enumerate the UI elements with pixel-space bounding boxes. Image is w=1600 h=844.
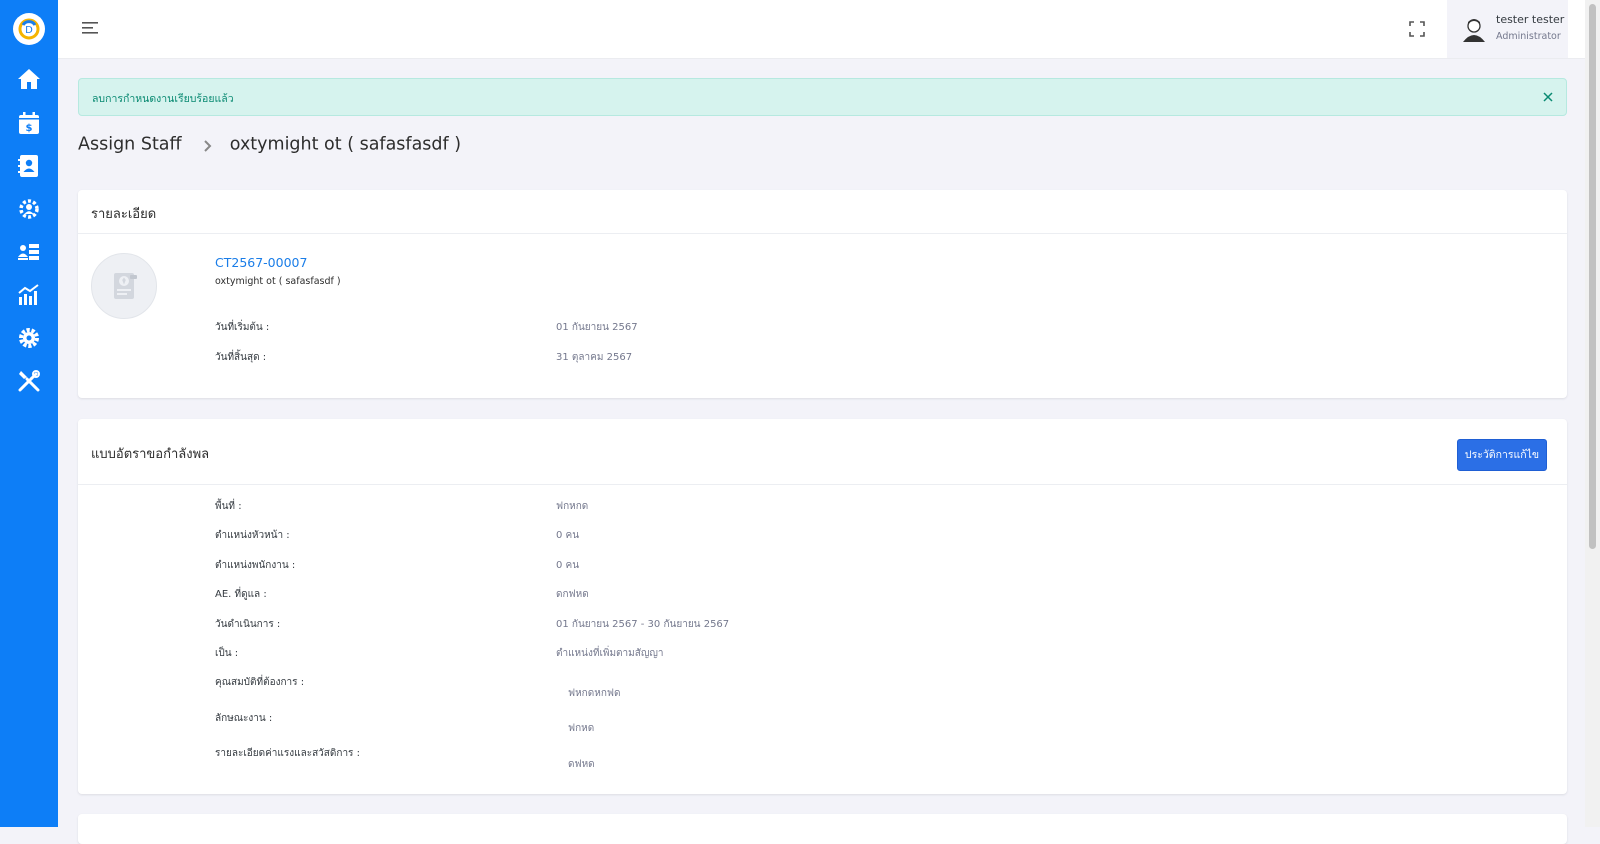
type-label: เป็น : [215, 648, 239, 659]
supervisor-position-value: 0 คน [556, 530, 580, 541]
close-icon[interactable] [1540, 89, 1556, 105]
area-value: ฟกหกด [556, 501, 589, 512]
manpower-card-header: แบบอัตราขอกำลังพล ประวัติการแก้ไข [78, 419, 1567, 485]
app-logo[interactable]: D [13, 13, 45, 45]
alert-message: ลบการกำหนดงานเรียบร้อยแล้ว [92, 93, 234, 105]
breadcrumb: Assign Staff oxtymight ot ( safasfasdf ) [78, 134, 461, 158]
next-card [78, 814, 1567, 844]
contract-name: oxtymight ot ( safasfasdf ) [215, 276, 341, 287]
contract-document-icon [91, 253, 157, 319]
job-description-value: ฟกหด [568, 723, 595, 734]
qualifications-value: ฟหกดหกฟด [568, 688, 621, 699]
operation-date-value: 01 กันยายน 2567 - 30 กันยายน 2567 [556, 619, 730, 630]
end-date-value: 31 ตุลาคม 2567 [556, 352, 633, 363]
supervisor-position-label: ตำแหน่งหัวหน้า : [215, 530, 290, 541]
details-card: รายละเอียด CT2567-00007 oxtymight ot ( s… [78, 190, 1567, 398]
ae-label: AE. ที่ดูแล : [215, 589, 267, 600]
ae-value: ดกฟหด [556, 589, 589, 600]
staff-position-label: ตำแหน่งพนักงาน : [215, 560, 296, 571]
manpower-request-card: แบบอัตราขอกำลังพล ประวัติการแก้ไข พื้นที… [78, 419, 1567, 794]
svg-text:$: $ [26, 123, 33, 134]
details-card-header: รายละเอียด [78, 190, 1567, 234]
staff-position-value: 0 คน [556, 560, 580, 571]
manpower-card-title: แบบอัตราขอกำลังพล [91, 447, 210, 462]
job-description-label: ลักษณะงาน : [215, 713, 273, 724]
qualifications-label: คุณสมบัติที่ต้องการ : [215, 677, 305, 688]
svg-text:D: D [25, 25, 33, 36]
start-date-label: วันที่เริ่มต้น : [215, 322, 270, 333]
sidebar: D $ [0, 0, 58, 827]
team-gear-icon[interactable] [17, 197, 41, 221]
end-date-label: วันที่สิ้นสุด : [215, 352, 267, 363]
calendar-dollar-icon[interactable]: $ [17, 111, 41, 135]
chart-icon[interactable] [17, 283, 41, 307]
wage-benefits-label: รายละเอียดค่าแรงและสวัสดิการ : [215, 748, 360, 759]
user-menu[interactable]: tester tester Administrator [1447, 0, 1568, 58]
settings-icon[interactable] [17, 326, 41, 350]
menu-toggle-icon[interactable] [82, 20, 100, 36]
avatar [1461, 16, 1487, 42]
area-label: พื้นที่ : [215, 501, 242, 512]
user-name: tester tester [1496, 13, 1565, 26]
tools-icon[interactable] [17, 369, 41, 393]
breadcrumb-current: oxtymight ot ( safasfasdf ) [229, 134, 462, 155]
fullscreen-icon[interactable] [1408, 20, 1426, 38]
breadcrumb-root-link[interactable]: Assign Staff [78, 135, 182, 155]
page-scrollbar[interactable] [1585, 0, 1600, 827]
contract-code-link[interactable]: CT2567-00007 [215, 255, 307, 270]
user-role: Administrator [1496, 31, 1561, 42]
staff-list-icon[interactable] [17, 240, 41, 264]
start-date-value: 01 กันยายน 2567 [556, 322, 638, 333]
contact-book-icon[interactable] [17, 154, 41, 178]
chevron-right-icon [203, 138, 213, 152]
details-card-title: รายละเอียด [91, 207, 157, 222]
operation-date-label: วันดำเนินการ : [215, 619, 281, 630]
edit-history-button[interactable]: ประวัติการแก้ไข [1457, 439, 1547, 471]
topbar: tester tester Administrator [58, 0, 1585, 59]
type-value: ตำแหน่งที่เพิ่มตามสัญญา [556, 648, 664, 659]
wage-benefits-value: ดฟหด [568, 759, 595, 770]
scrollbar-thumb[interactable] [1589, 4, 1596, 549]
home-icon[interactable] [17, 67, 41, 91]
success-alert: ลบการกำหนดงานเรียบร้อยแล้ว [78, 78, 1567, 116]
